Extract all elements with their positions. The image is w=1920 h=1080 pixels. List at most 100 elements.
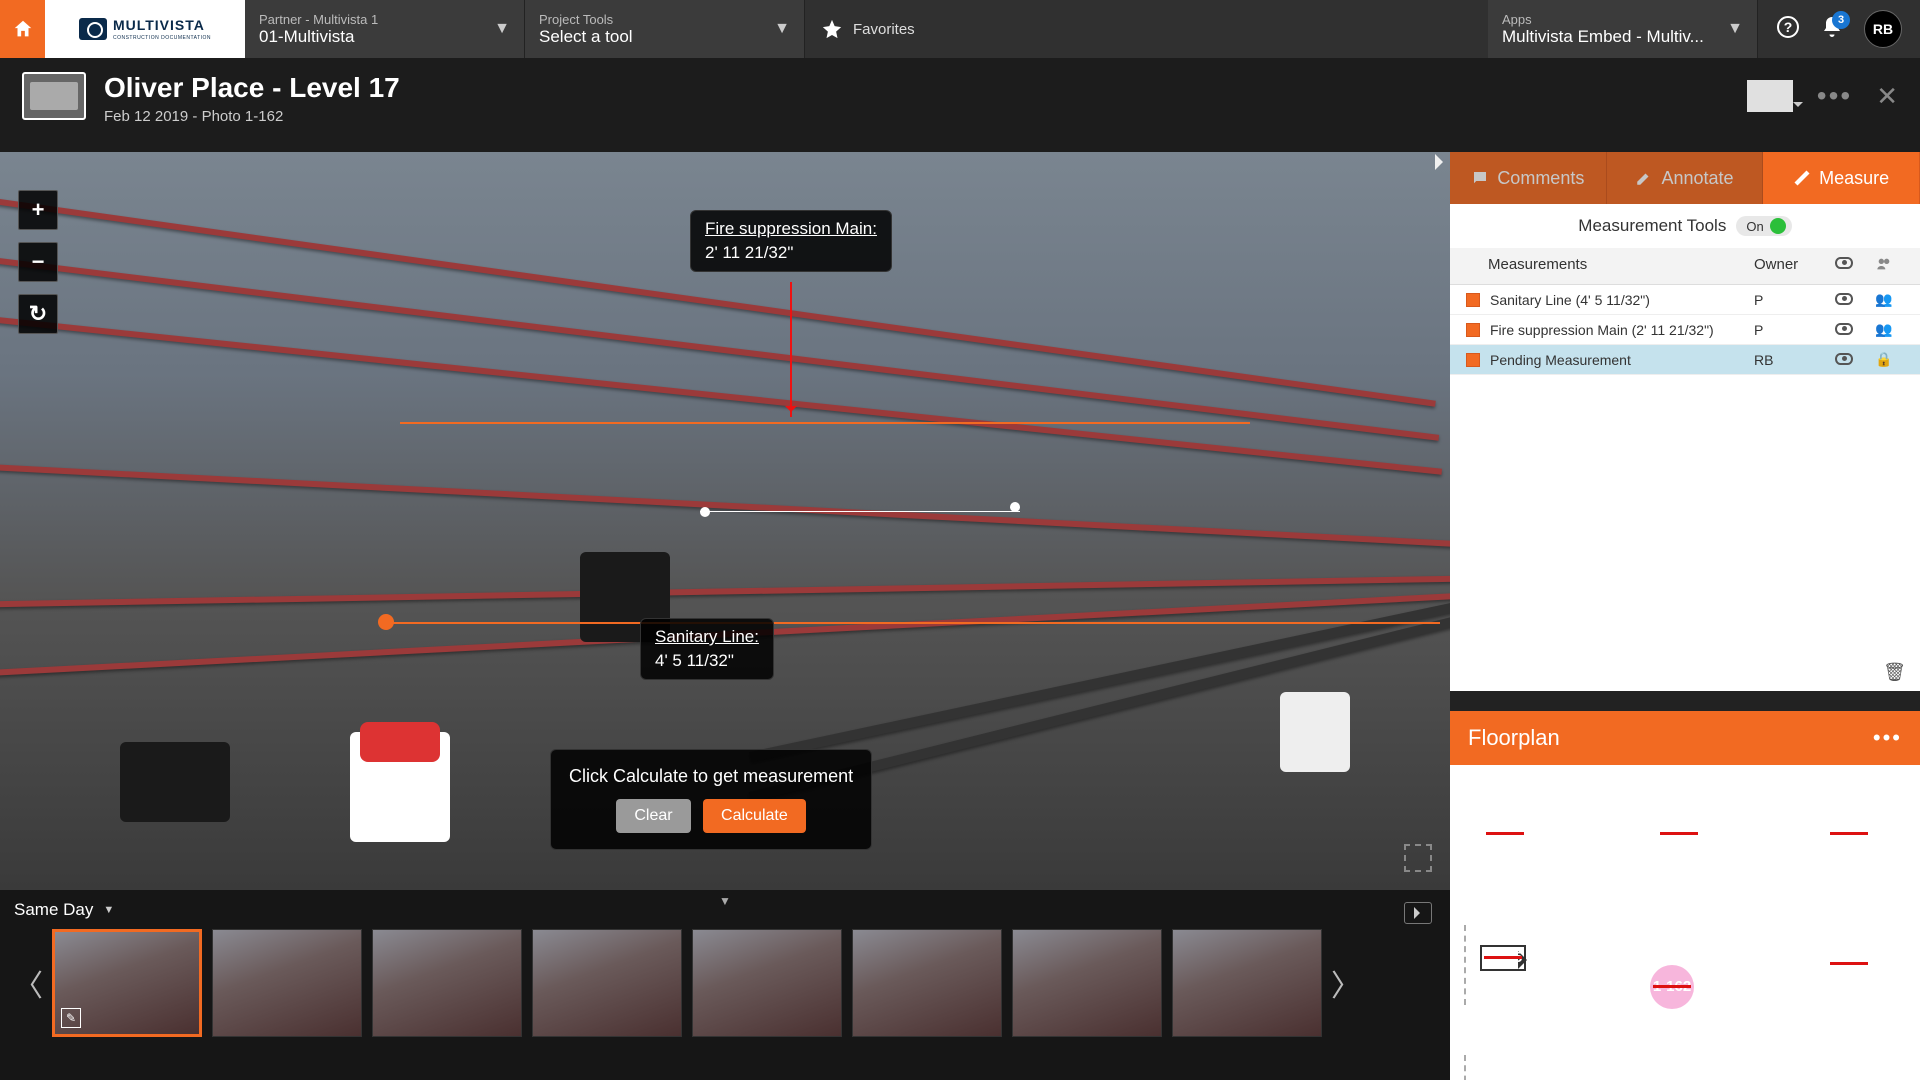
measurement-row-selected[interactable]: Pending Measurement RB 🔒 (1450, 345, 1920, 375)
measurement-line-pending[interactable] (700, 511, 1020, 512)
tab-label: Comments (1497, 168, 1584, 189)
notifications-button[interactable]: 3 (1820, 15, 1844, 44)
partner-value: 01-Multivista (259, 27, 510, 47)
apps-dropdown[interactable]: Apps Multivista Embed - Multiv... ▼ (1488, 0, 1758, 58)
measurement-row[interactable]: Sanitary Line (4' 5 11/32") P 👥 (1450, 285, 1920, 315)
eye-icon (1835, 257, 1853, 269)
filmstrip-thumb[interactable] (1172, 929, 1322, 1037)
home-button[interactable] (0, 0, 45, 58)
filmstrip-thumb[interactable] (532, 929, 682, 1037)
ruler-icon (1793, 169, 1811, 187)
measurement-list-empty-area: 🗑 (1450, 375, 1920, 691)
floorplan-point[interactable]: 1-164 (1486, 825, 1524, 842)
filmstrip-collapse-button[interactable]: ▼ (719, 894, 731, 908)
calculate-prompt: Click Calculate to get measurement (569, 766, 853, 787)
view-mode-selector[interactable] (1747, 80, 1793, 112)
more-options-button[interactable]: ••• (1817, 80, 1852, 112)
collapse-right-panel-button[interactable] (1435, 154, 1450, 170)
clear-button[interactable]: Clear (616, 799, 690, 833)
filmstrip-next-button[interactable]: 〉 (1332, 928, 1360, 1038)
star-icon (821, 18, 843, 40)
share-icon[interactable]: 👥 (1864, 291, 1904, 308)
pencil-icon (1635, 169, 1653, 187)
page-subtitle: Feb 12 2019 - Photo 1-162 (104, 108, 400, 125)
measurement-name: Sanitary Line (4' 5 11/32") (1490, 292, 1754, 308)
measurement-line[interactable] (380, 622, 1440, 624)
chevron-down-icon: ▼ (103, 904, 114, 916)
measurement-line[interactable] (400, 422, 1250, 424)
help-button[interactable]: ? (1776, 15, 1800, 44)
floorplan-options-button[interactable]: ••• (1873, 725, 1902, 751)
notification-badge: 3 (1832, 11, 1850, 29)
favorites-link[interactable]: Favorites (805, 0, 931, 58)
lock-icon[interactable]: 🔒 (1864, 351, 1904, 368)
favorites-label: Favorites (853, 21, 915, 38)
visibility-toggle[interactable] (1824, 292, 1864, 308)
filmstrip-thumb[interactable]: ✎ (52, 929, 202, 1037)
filmstrip: ▼ Same Day ▼ 〈 ✎ 〉 (0, 890, 1450, 1080)
user-avatar[interactable]: RB (1864, 10, 1902, 48)
filmstrip-thumb[interactable] (692, 929, 842, 1037)
toggle-on-icon (1770, 218, 1786, 234)
object-bucket (360, 722, 440, 762)
tools-title: Measurement Tools (1578, 216, 1726, 236)
floorplan-wall (1464, 925, 1466, 1005)
calculate-button[interactable]: Calculate (703, 799, 806, 833)
callout-arrow-icon (790, 282, 792, 417)
measurement-owner: P (1754, 322, 1824, 338)
floorplan-wall (1464, 1055, 1466, 1080)
chevron-down-icon: ▼ (774, 20, 790, 38)
filmstrip-thumb[interactable] (1012, 929, 1162, 1037)
eye-icon (1835, 293, 1853, 305)
partner-dropdown[interactable]: Partner - Multivista 1 01-Multivista ▼ (245, 0, 525, 58)
people-icon (1876, 256, 1892, 272)
visibility-toggle[interactable] (1824, 322, 1864, 338)
filmstrip-thumb[interactable] (212, 929, 362, 1037)
filmstrip-thumb[interactable] (852, 929, 1002, 1037)
zoom-out-button[interactable]: − (18, 242, 58, 282)
fullscreen-button[interactable] (1404, 844, 1432, 872)
comment-icon (1471, 169, 1489, 187)
calculate-panel: Click Calculate to get measurement Clear… (550, 749, 872, 850)
visibility-toggle[interactable] (1824, 352, 1864, 368)
apps-label: Apps (1502, 12, 1743, 27)
play-slideshow-button[interactable] (1404, 902, 1432, 924)
floorplan-point[interactable]: 1-152 (1830, 955, 1868, 972)
tab-annotate[interactable]: Annotate (1607, 152, 1764, 204)
edit-icon: ✎ (61, 1008, 81, 1028)
brand-logo[interactable]: MULTIVISTA CONSTRUCTION DOCUMENTATION (45, 0, 245, 58)
filmstrip-mode-dropdown[interactable]: Same Day (14, 900, 93, 920)
tools-toggle[interactable]: On (1736, 216, 1791, 236)
delete-button[interactable]: 🗑 (1883, 662, 1906, 683)
measurement-tools-header: Measurement Tools On (1450, 204, 1920, 248)
measurement-columns: Measurements Owner (1450, 248, 1920, 285)
floorplan-header: Floorplan ••• (1450, 711, 1920, 765)
measurement-point[interactable] (1010, 502, 1020, 512)
col-owner: Owner (1754, 256, 1824, 276)
share-icon[interactable]: 👥 (1864, 321, 1904, 338)
close-button[interactable]: ✕ (1876, 81, 1898, 112)
rotate-button[interactable]: ↻ (18, 294, 58, 334)
floorplan-point[interactable]: 1-163 (1660, 825, 1698, 842)
tab-label: Measure (1819, 168, 1889, 189)
measurement-point[interactable] (700, 507, 710, 517)
zoom-in-button[interactable]: + (18, 190, 58, 230)
floorplan-point[interactable]: 1-151 (1830, 825, 1868, 842)
measurement-row[interactable]: Fire suppression Main (2' 11 21/32") P 👥 (1450, 315, 1920, 345)
measurement-name: Fire suppression Main (2' 11 21/32") (1490, 322, 1754, 338)
floorplan-current-point[interactable]: 1-162 (1650, 965, 1694, 1009)
floorplan-point[interactable]: 1-165 (1484, 949, 1522, 966)
object-bucket (120, 742, 230, 822)
filmstrip-thumb[interactable] (372, 929, 522, 1037)
tab-measure[interactable]: Measure (1763, 152, 1920, 204)
svg-text:?: ? (1784, 19, 1793, 35)
measurement-owner: RB (1754, 352, 1824, 368)
apps-value: Multivista Embed - Multiv... (1502, 27, 1743, 47)
filmstrip-prev-button[interactable]: 〈 (14, 928, 42, 1038)
measurement-anchor[interactable] (378, 614, 394, 630)
tools-value: Select a tool (539, 27, 790, 47)
project-tools-dropdown[interactable]: Project Tools Select a tool ▼ (525, 0, 805, 58)
photo-viewer[interactable]: + − ↻ Fire suppression Main: 2' 11 21/32… (0, 152, 1450, 890)
tab-comments[interactable]: Comments (1450, 152, 1607, 204)
floorplan-canvas[interactable]: 1-164 1-163 1-151 1-165 1-152 1-162 1-16… (1450, 765, 1920, 1080)
